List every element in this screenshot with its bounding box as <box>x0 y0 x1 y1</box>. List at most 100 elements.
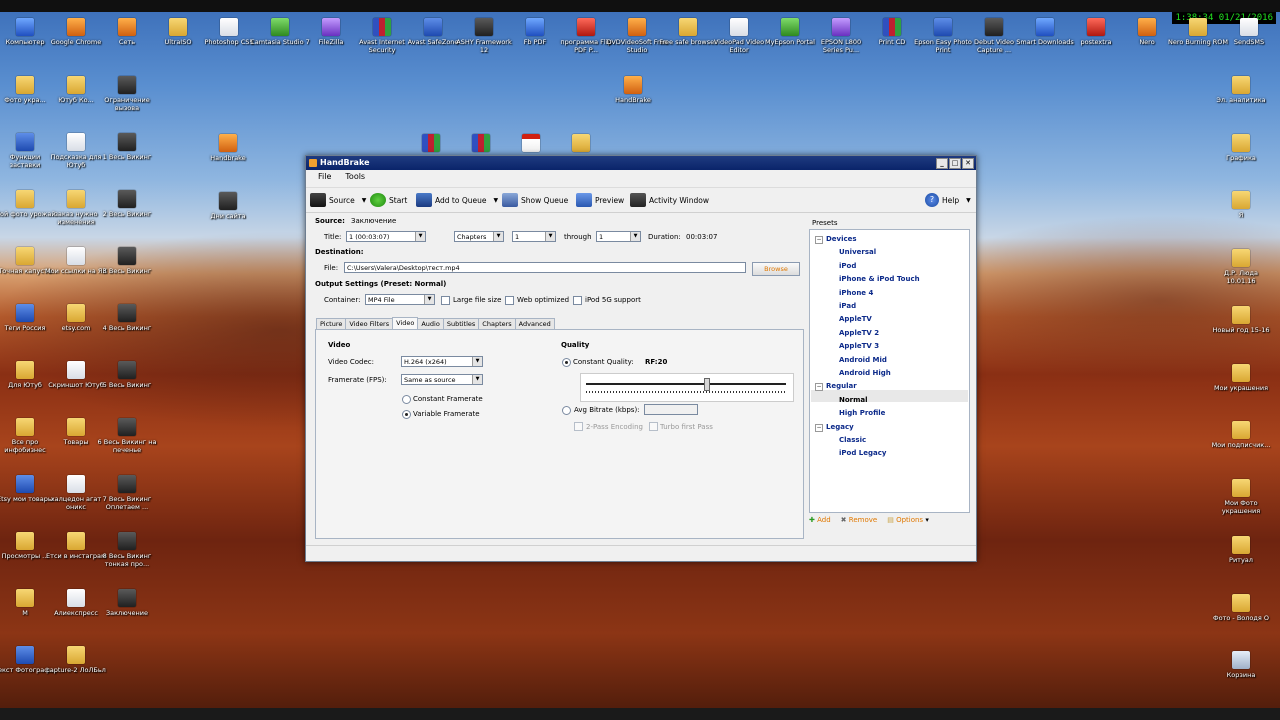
chapter-to-select[interactable]: 1 ▼ <box>596 231 641 242</box>
preset-item[interactable]: High Profile <box>839 409 885 417</box>
desktop-icon-right-3[interactable]: Д.Р. Люда 10.01.16 <box>1210 248 1272 285</box>
film-clapper-icon <box>310 193 326 207</box>
desktop-icon-right-2[interactable]: Я <box>1210 191 1272 219</box>
preset-item[interactable]: Universal <box>839 248 876 256</box>
framerate-select[interactable]: Same as source ▼ <box>401 374 483 385</box>
preset-item[interactable]: Android Mid <box>839 356 887 364</box>
chapters-mode-select[interactable]: Chapters ▼ <box>454 231 504 242</box>
menu-file[interactable]: File <box>318 170 331 184</box>
two-pass-checkbox[interactable] <box>574 422 583 431</box>
maximize-button[interactable]: □ <box>949 158 961 169</box>
desktop-icon-left-8-2[interactable]: 8 Весь Викинг тонкая про... <box>96 532 158 568</box>
ipod5g-checkbox[interactable] <box>573 296 582 305</box>
desktop-icon-right-6[interactable]: Мои подписчик... <box>1210 421 1272 449</box>
start-button[interactable]: Start <box>370 192 407 208</box>
desktop-icon-left-6-2[interactable]: 6 Весь Викинг на печенье <box>96 418 158 454</box>
desktop-icon-handbrake-top[interactable]: HandBrake <box>602 76 664 104</box>
constant-quality-radio[interactable] <box>562 358 571 367</box>
desktop-icon-right-8[interactable]: Ритуал <box>1210 536 1272 564</box>
preset-item[interactable]: iPhone & iPod Touch <box>839 275 920 283</box>
chapter-from-select[interactable]: 1 ▼ <box>512 231 556 242</box>
desktop-icon-right-7[interactable]: Мои Фото украшения <box>1210 478 1272 515</box>
preset-item[interactable]: Normal <box>839 396 868 404</box>
desktop-icon-top-icon <box>1189 18 1207 36</box>
add-to-queue-button[interactable]: Add to Queue ▼ <box>416 192 498 208</box>
window-titlebar[interactable]: HandBrake _ □ ✕ <box>306 156 976 170</box>
desktop-icon-left-5-2[interactable]: 5 Весь Викинг <box>96 361 158 389</box>
desktop-icon-right-1[interactable]: Графика <box>1210 133 1272 162</box>
desktop-icon-right-4[interactable]: Новый год 15-16 <box>1210 306 1272 334</box>
preset-item[interactable]: iPod <box>839 262 856 270</box>
desktop-icon-right-5[interactable]: Мои украшения <box>1210 363 1272 392</box>
menu-tools[interactable]: Tools <box>345 170 365 184</box>
preset-item[interactable]: AppleTV 3 <box>839 342 879 350</box>
avg-bitrate-input[interactable] <box>644 404 698 415</box>
desktop-icon-right-icon <box>1232 248 1250 267</box>
desktop-icon-left-8-icon <box>67 532 85 550</box>
desktop-icon-file-3[interactable] <box>550 134 612 154</box>
large-file-checkbox[interactable] <box>441 296 450 305</box>
desktop-icon-left-10-1[interactable]: capture-2 ЛоЛБьл <box>45 646 107 674</box>
desktop-icon-label: Корзина <box>1226 671 1256 679</box>
collapse-toggle-icon[interactable]: − <box>815 383 823 392</box>
turbo-checkbox[interactable] <box>649 422 658 431</box>
presets-tree: − Devices Universal iPod iPhone & iPod Touch… <box>809 229 970 513</box>
show-queue-button[interactable]: Show Queue <box>502 192 568 208</box>
preset-item[interactable]: Android High <box>839 369 891 377</box>
collapse-toggle-icon[interactable]: − <box>815 236 823 244</box>
desktop-icon-handbrake-left[interactable]: Handbrake <box>197 134 259 162</box>
preset-item[interactable]: iPad <box>839 302 856 310</box>
minimize-button[interactable]: _ <box>936 158 948 169</box>
browse-button[interactable]: Browse <box>752 262 800 276</box>
through-label: through <box>564 233 592 241</box>
plus-icon: ✚ <box>809 516 815 524</box>
desktop-icon-right-9[interactable]: Фото - Володя О <box>1210 593 1272 622</box>
close-button[interactable]: ✕ <box>962 158 974 169</box>
avg-bitrate-radio[interactable] <box>562 406 571 415</box>
desktop-icon-label: 6 Весь Викинг на печенье <box>97 438 157 454</box>
constant-framerate-radio[interactable] <box>402 395 411 404</box>
desktop-icon-label: Фото - Володя О <box>1213 613 1269 622</box>
collapse-toggle-icon[interactable]: − <box>815 423 823 432</box>
preset-item[interactable]: AppleTV <box>839 315 872 323</box>
desktop-icon-left-2-2[interactable]: 2 Весь Викинг <box>96 190 158 218</box>
desktop-icon-dni-saita[interactable]: Дни сайта <box>197 192 259 220</box>
web-optimized-checkbox[interactable] <box>505 296 514 305</box>
preset-group-regular[interactable]: Regular <box>826 382 857 390</box>
video-codec-select[interactable]: H.264 (x264) ▼ <box>401 356 483 367</box>
desktop-icon-label: 5 Весь Викинг <box>102 381 152 389</box>
preview-button[interactable]: Preview <box>576 192 624 208</box>
slider-thumb[interactable] <box>704 378 710 391</box>
desktop-icon-right-0[interactable]: Эл. аналитика <box>1210 76 1272 104</box>
variable-framerate-radio[interactable] <box>402 410 411 419</box>
preset-item[interactable]: AppleTV 2 <box>839 329 879 337</box>
desktop-icon-left-9-2[interactable]: Заключение <box>96 589 158 617</box>
preset-item[interactable]: Classic <box>839 436 866 444</box>
quality-slider[interactable] <box>580 373 794 402</box>
preset-item[interactable]: iPhone 4 <box>839 289 873 297</box>
help-button[interactable]: ? Help ▼ <box>925 192 971 208</box>
desktop-icon-left-4-2[interactable]: 4 Весь Викинг <box>96 304 158 332</box>
desktop-icon-top-24[interactable]: SendSMS <box>1218 18 1280 46</box>
desktop-icon-left-7-2[interactable]: 7 Весь Викинг Оплетаем ... <box>96 475 158 511</box>
desktop-icon-left-1-2[interactable]: 1 Весь Викинг <box>96 133 158 161</box>
preset-item[interactable]: iPod Legacy <box>839 449 886 457</box>
window-title: HandBrake <box>320 158 370 167</box>
desktop-icon-left-3-2[interactable]: 3 Весь Викинг <box>96 247 158 275</box>
desktop-icon-right-10[interactable]: Корзина <box>1210 651 1272 679</box>
source-button[interactable]: Source ▼ <box>310 192 366 208</box>
add-queue-icon <box>416 193 432 207</box>
desktop-icon-left-0-2[interactable]: Ограничение вызова <box>96 76 158 112</box>
preset-group-legacy[interactable]: Legacy <box>826 423 854 431</box>
title-select[interactable]: 1 (00:03:07) ▼ <box>346 231 426 242</box>
container-select[interactable]: MP4 File ▼ <box>365 294 435 305</box>
desktop-icon-label: 2 Весь Викинг <box>102 210 152 218</box>
preset-group-devices[interactable]: Devices <box>826 235 857 243</box>
add-preset-button[interactable]: ✚ Add <box>809 516 831 524</box>
desktop-icon-handbrake-left-icon <box>219 134 237 152</box>
remove-preset-button[interactable]: ✖ Remove <box>841 516 878 524</box>
preset-options-button[interactable]: ▤ Options ▾ <box>887 516 929 524</box>
desktop-icon-left-1-icon <box>67 133 85 151</box>
activity-window-button[interactable]: Activity Window <box>630 192 709 208</box>
file-path-input[interactable]: C:\Users\Valera\Desktop\тест.mp4 <box>344 262 746 273</box>
